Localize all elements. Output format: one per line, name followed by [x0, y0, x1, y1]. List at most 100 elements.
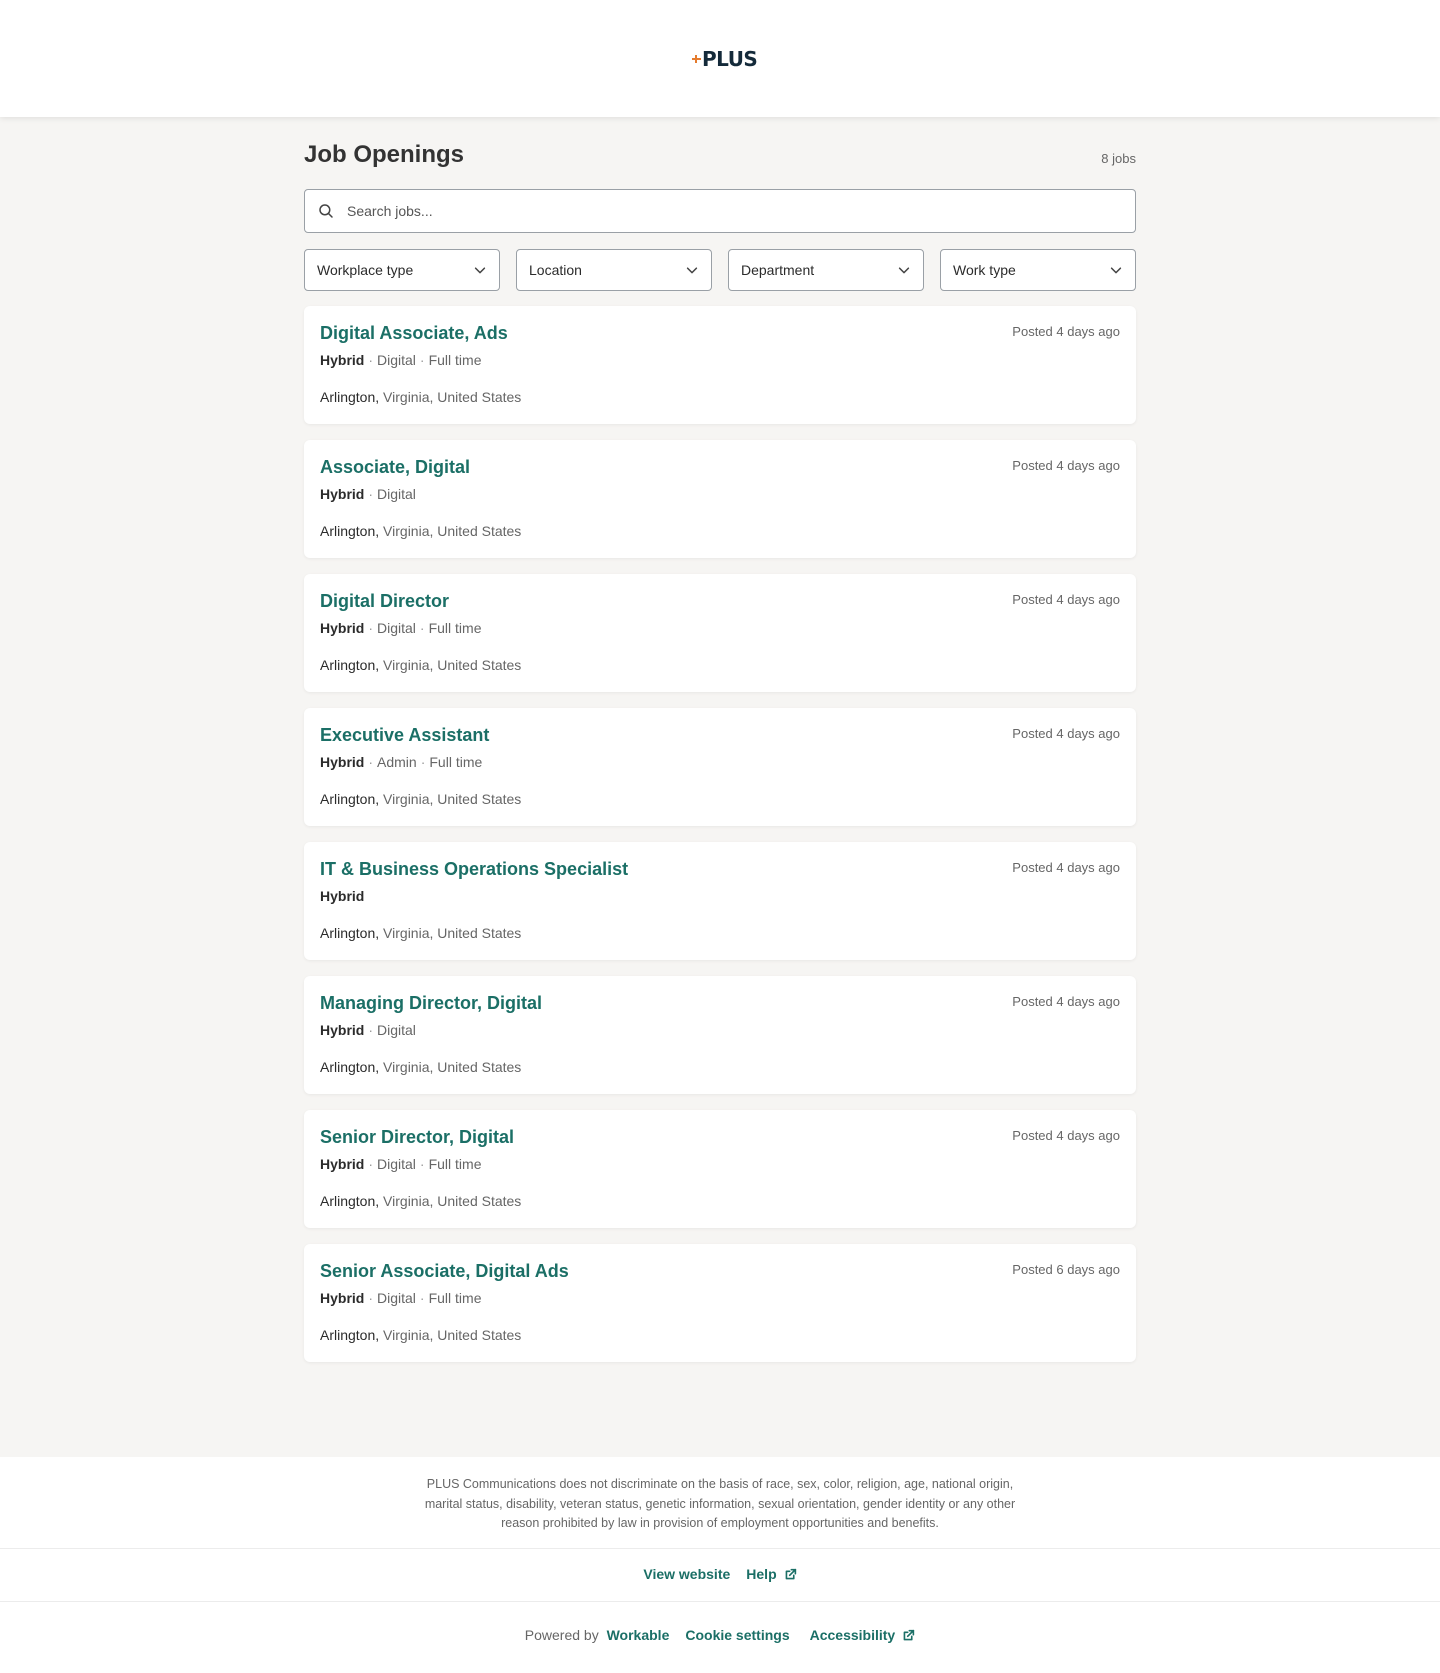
job-title-link[interactable]: Executive Assistant: [320, 725, 489, 746]
eeo-disclaimer: PLUS Communications does not discriminat…: [424, 1477, 1016, 1530]
job-posted-date: Posted 4 days ago: [1012, 726, 1120, 741]
job-meta: Hybrid · Digital · Full time: [320, 1290, 482, 1306]
job-location: Arlington, Virginia, United States: [320, 1193, 521, 1209]
job-card[interactable]: Managing Director, Digital Posted 4 days…: [304, 976, 1136, 1094]
view-website-link[interactable]: View website: [643, 1566, 730, 1582]
chevron-down-icon: [898, 267, 910, 274]
search-input[interactable]: [347, 191, 1107, 231]
job-card[interactable]: Senior Director, Digital Posted 4 days a…: [304, 1110, 1136, 1228]
footer-divider: [0, 1548, 1440, 1549]
job-region: Virginia, United States: [379, 1059, 522, 1075]
separator-dot: ·: [420, 754, 426, 770]
job-department: Digital: [377, 1022, 416, 1038]
external-link-icon: [903, 1629, 915, 1640]
department-label: Department: [741, 262, 815, 278]
footer-spacer: [0, 1395, 1440, 1457]
job-meta: Hybrid: [320, 888, 364, 904]
job-card[interactable]: Senior Associate, Digital Ads Posted 6 d…: [304, 1244, 1136, 1362]
job-location: Arlington, Virginia, United States: [320, 791, 521, 807]
job-city: Arlington,: [320, 1193, 380, 1209]
job-title-link[interactable]: Associate, Digital: [320, 457, 470, 478]
chevron-down-icon: [686, 267, 698, 274]
chevron-down-icon: [474, 267, 486, 274]
job-meta: Hybrid · Admin · Full time: [320, 754, 482, 770]
job-city: Arlington,: [320, 523, 380, 539]
filter-bar: Workplace type Location Department Work …: [304, 249, 1136, 291]
job-title-link[interactable]: IT & Business Operations Specialist: [320, 859, 628, 880]
accessibility-link[interactable]: Accessibility: [810, 1627, 916, 1643]
job-region: Virginia, United States: [379, 523, 522, 539]
job-title-link[interactable]: Managing Director, Digital: [320, 993, 542, 1014]
job-region: Virginia, United States: [379, 925, 522, 941]
job-card[interactable]: Digital Associate, Ads Posted 4 days ago…: [304, 306, 1136, 424]
job-posted-date: Posted 6 days ago: [1012, 1262, 1120, 1277]
separator-dot: ·: [368, 1022, 374, 1038]
job-workplace: Hybrid: [320, 888, 365, 904]
job-workplace: Hybrid: [320, 620, 365, 636]
separator-dot: ·: [419, 352, 425, 368]
job-card[interactable]: Executive Assistant Posted 4 days ago Hy…: [304, 708, 1136, 826]
job-posted-date: Posted 4 days ago: [1012, 1128, 1120, 1143]
separator-dot: ·: [368, 486, 374, 502]
work-type-label: Work type: [953, 262, 1016, 278]
job-region: Virginia, United States: [379, 389, 522, 405]
job-location: Arlington, Virginia, United States: [320, 389, 521, 405]
job-title-link[interactable]: Digital Associate, Ads: [320, 323, 508, 344]
main-content: Job Openings 8 jobs Workplace type Locat…: [0, 117, 1440, 1457]
powered-by-label: Powered by: [524, 1627, 599, 1643]
job-workplace: Hybrid: [320, 1156, 365, 1172]
job-region: Virginia, United States: [379, 791, 522, 807]
job-work-type: Full time: [428, 620, 482, 636]
view-website-label: View website: [643, 1566, 731, 1582]
site-header: PLUS: [0, 0, 1440, 117]
separator-dot: ·: [368, 1156, 374, 1172]
job-location: Arlington, Virginia, United States: [320, 1327, 521, 1343]
cookie-settings-link[interactable]: Cookie settings: [685, 1627, 789, 1643]
job-region: Virginia, United States: [379, 1327, 522, 1343]
job-department: Digital: [377, 352, 416, 368]
job-title-link[interactable]: Senior Associate, Digital Ads: [320, 1261, 569, 1282]
workable-link[interactable]: Workable: [607, 1627, 670, 1643]
job-location: Arlington, Virginia, United States: [320, 925, 521, 941]
help-link[interactable]: Help: [746, 1566, 796, 1582]
job-workplace: Hybrid: [320, 1022, 365, 1038]
job-work-type: Full time: [428, 1156, 482, 1172]
job-meta: Hybrid · Digital · Full time: [320, 1156, 482, 1172]
footer-links: View website Help: [0, 1566, 1440, 1582]
workplace-type-label: Workplace type: [317, 262, 414, 278]
job-location: Arlington, Virginia, United States: [320, 523, 521, 539]
plus-mark-icon: [692, 54, 701, 64]
location-select[interactable]: Location: [516, 249, 712, 291]
job-title-link[interactable]: Digital Director: [320, 591, 449, 612]
department-select[interactable]: Department: [728, 249, 924, 291]
search-box[interactable]: [304, 189, 1136, 233]
job-city: Arlington,: [320, 1327, 380, 1343]
job-region: Virginia, United States: [379, 657, 522, 673]
job-card[interactable]: Digital Director Posted 4 days ago Hybri…: [304, 574, 1136, 692]
separator-dot: ·: [368, 620, 374, 636]
job-work-type: Full time: [428, 352, 482, 368]
company-logo[interactable]: PLUS: [692, 46, 758, 72]
workplace-type-select[interactable]: Workplace type: [304, 249, 500, 291]
job-count: 8 jobs: [1101, 151, 1136, 166]
separator-dot: ·: [368, 352, 374, 368]
job-card[interactable]: Associate, Digital Posted 4 days ago Hyb…: [304, 440, 1136, 558]
accessibility-label: Accessibility: [809, 1627, 896, 1643]
search-icon: [319, 204, 333, 218]
work-type-select[interactable]: Work type: [940, 249, 1136, 291]
job-title-link[interactable]: Senior Director, Digital: [320, 1127, 514, 1148]
job-region: Virginia, United States: [379, 1193, 522, 1209]
logo-text: PLUS: [702, 47, 758, 71]
job-posted-date: Posted 4 days ago: [1012, 324, 1120, 339]
footer-bottom-row: Powered by Workable Cookie settings Acce…: [0, 1627, 1440, 1643]
job-posted-date: Posted 4 days ago: [1012, 994, 1120, 1009]
job-posted-date: Posted 4 days ago: [1012, 860, 1120, 875]
job-workplace: Hybrid: [320, 352, 365, 368]
job-workplace: Hybrid: [320, 754, 365, 770]
job-posted-date: Posted 4 days ago: [1012, 592, 1120, 607]
job-city: Arlington,: [320, 791, 380, 807]
job-workplace: Hybrid: [320, 1290, 365, 1306]
job-list: Digital Associate, Ads Posted 4 days ago…: [304, 306, 1136, 1378]
separator-dot: ·: [368, 1290, 374, 1306]
job-card[interactable]: IT & Business Operations Specialist Post…: [304, 842, 1136, 960]
